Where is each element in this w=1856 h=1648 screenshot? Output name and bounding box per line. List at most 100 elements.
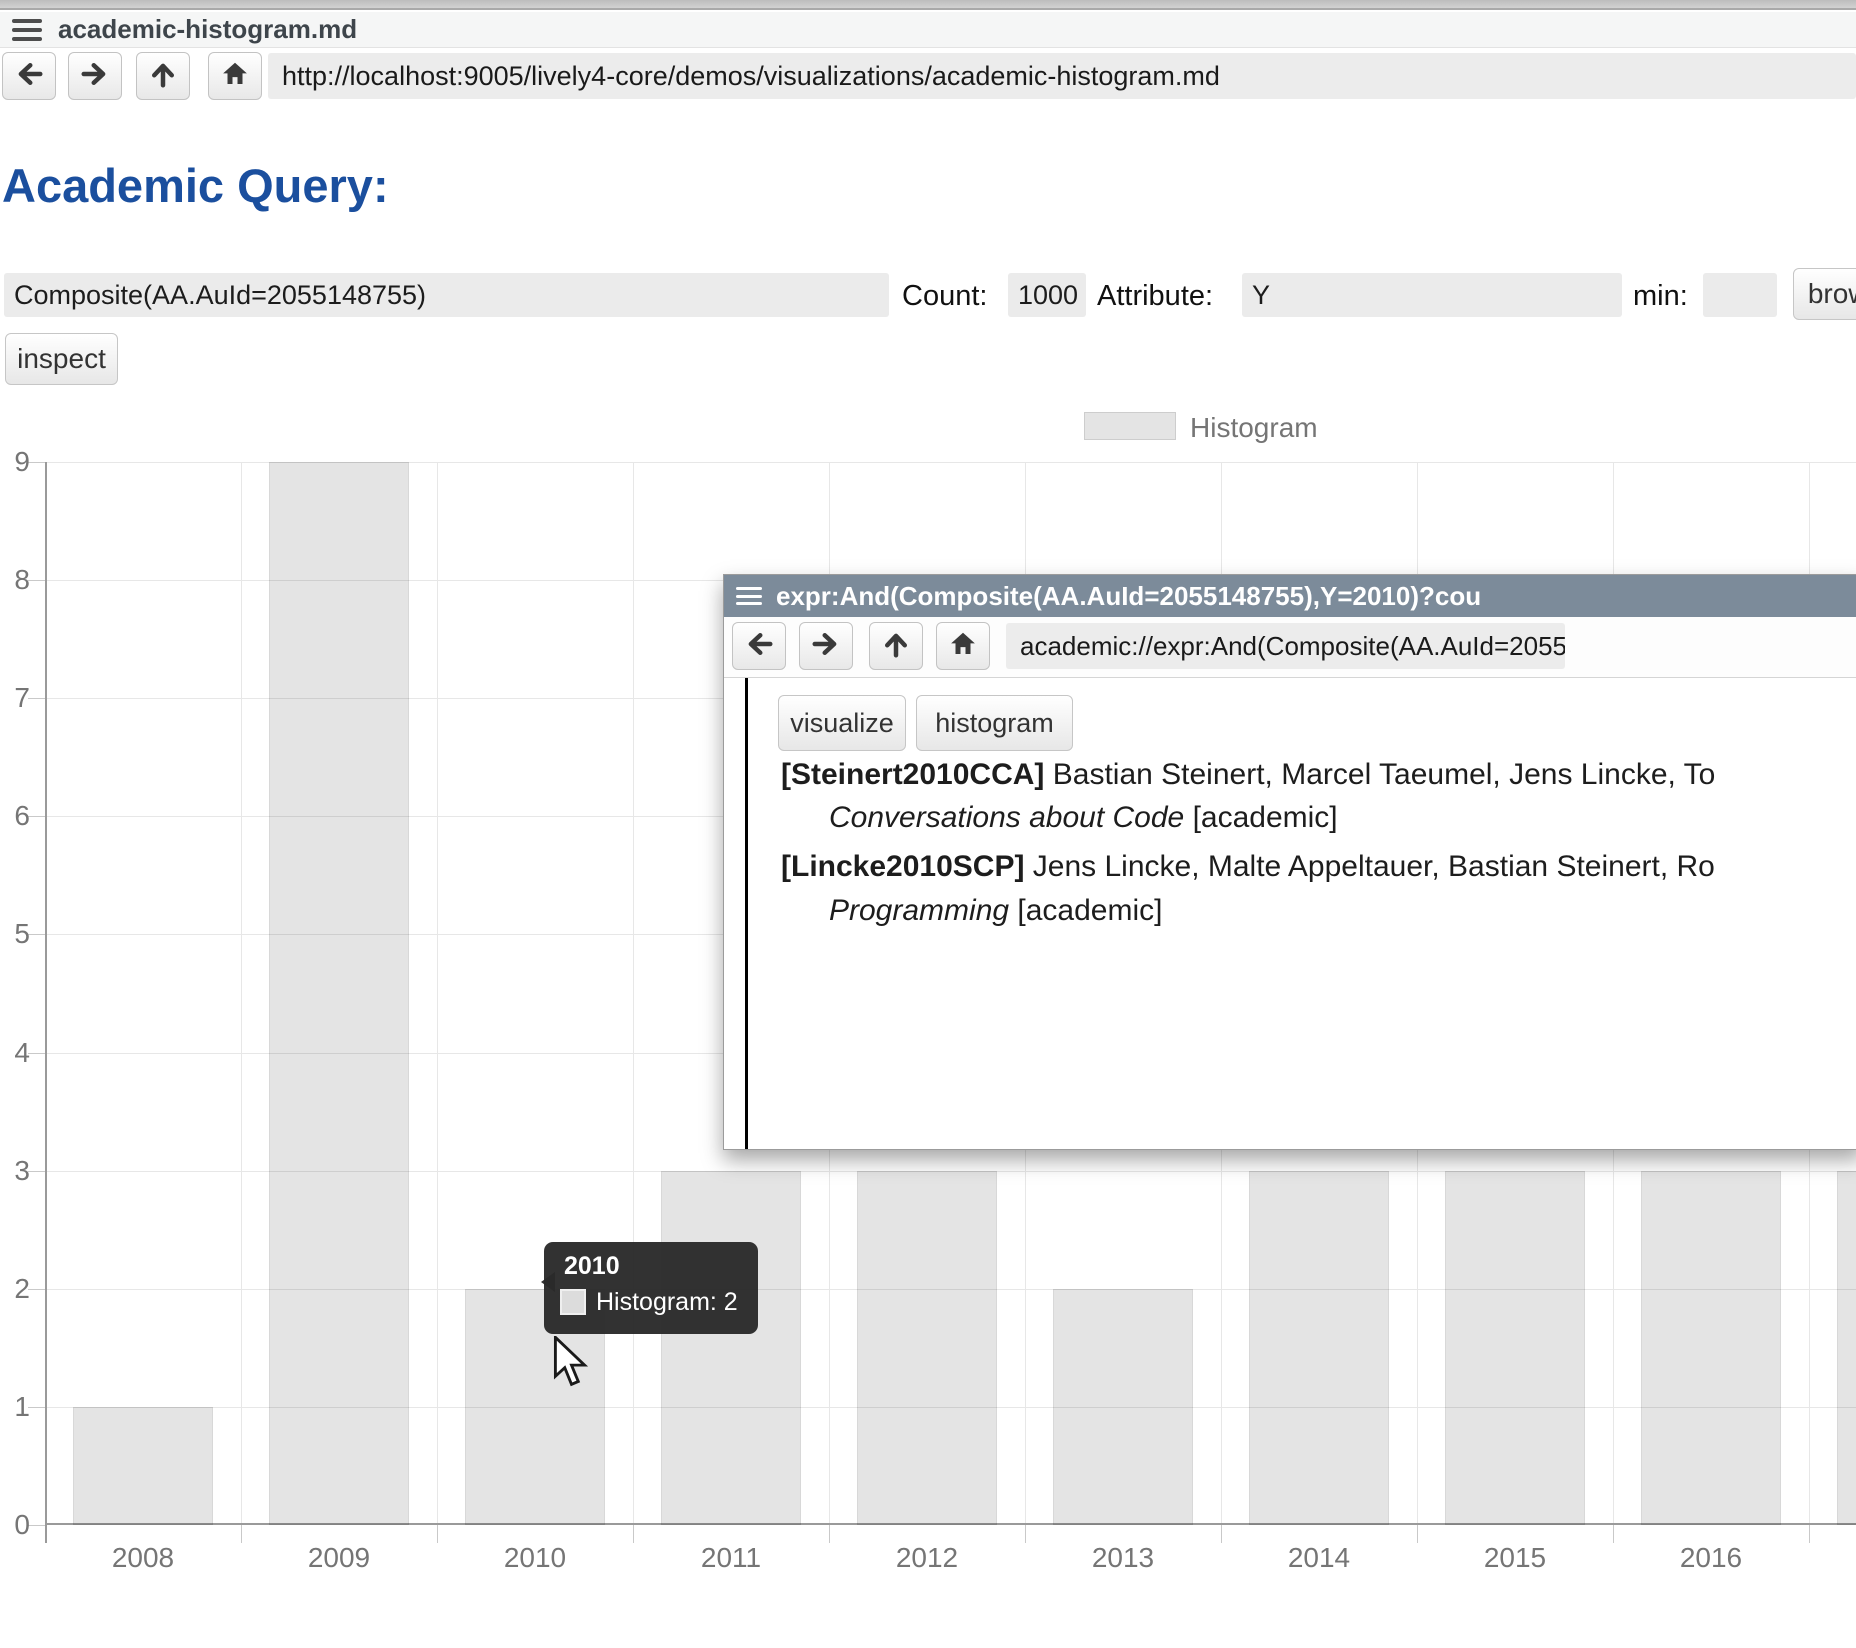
min-input[interactable] (1703, 273, 1777, 317)
x-axis-label: 2016 (1613, 1542, 1809, 1574)
attribute-label: Attribute: (1097, 280, 1213, 313)
expr-window-titlebar[interactable]: expr:And(Composite(AA.AuId=2055148755),Y… (724, 575, 1856, 617)
forward-arrow-icon (811, 629, 841, 664)
x-axis-tick (829, 1525, 830, 1543)
window-edge-strip (0, 0, 1856, 10)
gridline-vertical (437, 462, 438, 1525)
content-divider (745, 678, 748, 1149)
histogram-bar[interactable] (1445, 1171, 1585, 1525)
citation-key[interactable]: [Steinert2010CCA] (781, 758, 1044, 791)
x-axis-tick (1613, 1525, 1614, 1543)
window-menu-icon[interactable] (736, 587, 762, 605)
back-button[interactable] (2, 52, 56, 100)
window-forward-button[interactable] (799, 622, 853, 670)
tab-title: academic-histogram.md (58, 14, 357, 45)
legend-swatch[interactable] (1084, 412, 1176, 440)
inspect-button[interactable]: inspect (5, 333, 118, 385)
menu-icon[interactable] (12, 19, 42, 41)
x-axis-tick (1221, 1525, 1222, 1543)
y-axis-tick (28, 1171, 45, 1172)
mouse-cursor (552, 1336, 590, 1388)
count-input[interactable]: 1000 (1008, 273, 1086, 317)
url-input[interactable]: http://localhost:9005/lively4-core/demos… (268, 53, 1856, 99)
y-axis-label: 2 (0, 1273, 30, 1305)
browse-button[interactable]: browse (1793, 268, 1856, 320)
x-axis-label: 2009 (241, 1542, 437, 1574)
forward-arrow-icon (80, 59, 110, 94)
y-axis-tick (28, 934, 45, 935)
gridline-vertical (633, 462, 634, 1525)
x-axis-label: 2011 (633, 1542, 829, 1574)
count-label: Count: (902, 280, 987, 313)
histogram-bar[interactable] (661, 1171, 801, 1525)
histogram-bar[interactable] (857, 1171, 997, 1525)
home-icon (220, 59, 250, 94)
lively4-browser: academic-histogram.md http://localhost:9… (0, 0, 1856, 1648)
chart-tooltip: 2010 Histogram: 2 (544, 1242, 758, 1334)
x-axis-label: 2013 (1025, 1542, 1221, 1574)
up-arrow-icon (148, 59, 178, 94)
y-axis-label: 9 (0, 446, 30, 478)
x-axis-tick (437, 1525, 438, 1543)
histogram-bar[interactable] (73, 1407, 213, 1525)
up-button[interactable] (136, 52, 190, 100)
y-axis-label: 8 (0, 564, 30, 596)
attribute-input[interactable]: Y (1242, 273, 1622, 317)
expr-window-navbar: academic://expr:And(Composite(AA.AuId=20… (724, 617, 1856, 678)
y-axis-tick (28, 1525, 45, 1526)
histogram-button[interactable]: histogram (916, 695, 1073, 751)
window-up-button[interactable] (869, 622, 923, 670)
x-axis-label: 2015 (1417, 1542, 1613, 1574)
y-axis-tick (28, 1289, 45, 1290)
y-axis-label: 5 (0, 918, 30, 950)
back-arrow-icon (744, 629, 774, 664)
y-axis-tick (28, 580, 45, 581)
y-axis-tick (28, 1407, 45, 1408)
citation-title-line: Conversations about Code [academic] (829, 801, 1338, 835)
x-axis-tick (241, 1525, 242, 1543)
tooltip-year: 2010 (564, 1252, 620, 1281)
citation-authors-line: [Steinert2010CCA] Bastian Steinert, Marc… (781, 758, 1715, 792)
y-axis-label: 4 (0, 1037, 30, 1069)
expr-window-title: expr:And(Composite(AA.AuId=2055148755),Y… (776, 581, 1481, 612)
legend-label[interactable]: Histogram (1190, 412, 1318, 444)
y-axis-label: 3 (0, 1155, 30, 1187)
y-axis-label: 6 (0, 800, 30, 832)
window-url-input[interactable]: academic://expr:And(Composite(AA.AuId=20… (1006, 623, 1565, 669)
home-button[interactable] (208, 52, 262, 100)
histogram-bar[interactable] (1249, 1171, 1389, 1525)
y-axis-tick (28, 462, 45, 463)
y-axis-tick (28, 816, 45, 817)
x-axis-tick (633, 1525, 634, 1543)
histogram-bar[interactable] (269, 462, 409, 1525)
citation-title-line: Programming [academic] (829, 894, 1162, 928)
tab-bar: academic-histogram.md (0, 12, 1856, 48)
window-back-button[interactable] (732, 622, 786, 670)
y-axis-line (45, 462, 47, 1543)
x-axis-tick (1417, 1525, 1418, 1543)
y-axis-tick (28, 1053, 45, 1054)
visualize-button[interactable]: visualize (778, 695, 906, 751)
citation-key[interactable]: [Lincke2010SCP] (781, 850, 1024, 883)
forward-button[interactable] (68, 52, 122, 100)
citation-title-italic: Programming (829, 894, 1009, 927)
tooltip-value-label: Histogram: 2 (596, 1288, 738, 1317)
window-home-button[interactable] (936, 622, 990, 670)
y-axis-label: 1 (0, 1391, 30, 1423)
expr-window-content: visualize histogram [Steinert2010CCA] Ba… (724, 678, 1856, 1149)
x-axis-label: 2014 (1221, 1542, 1417, 1574)
x-axis-label: 2008 (45, 1542, 241, 1574)
citation-title-italic: Conversations about Code (829, 801, 1184, 834)
page-title: Academic Query: (2, 158, 389, 213)
expr-window[interactable]: expr:And(Composite(AA.AuId=2055148755),Y… (723, 574, 1856, 1150)
navigation-bar: http://localhost:9005/lively4-core/demos… (0, 48, 1856, 100)
query-expression-input[interactable]: Composite(AA.AuId=2055148755) (4, 273, 889, 317)
histogram-bar-partial[interactable] (1837, 1171, 1856, 1525)
histogram-bar[interactable] (1641, 1171, 1781, 1525)
home-icon (948, 629, 978, 664)
gridline-vertical (241, 462, 242, 1525)
histogram-bar[interactable] (1053, 1289, 1193, 1525)
x-axis-label: 2010 (437, 1542, 633, 1574)
tooltip-series-swatch (560, 1289, 586, 1315)
back-arrow-icon (14, 59, 44, 94)
